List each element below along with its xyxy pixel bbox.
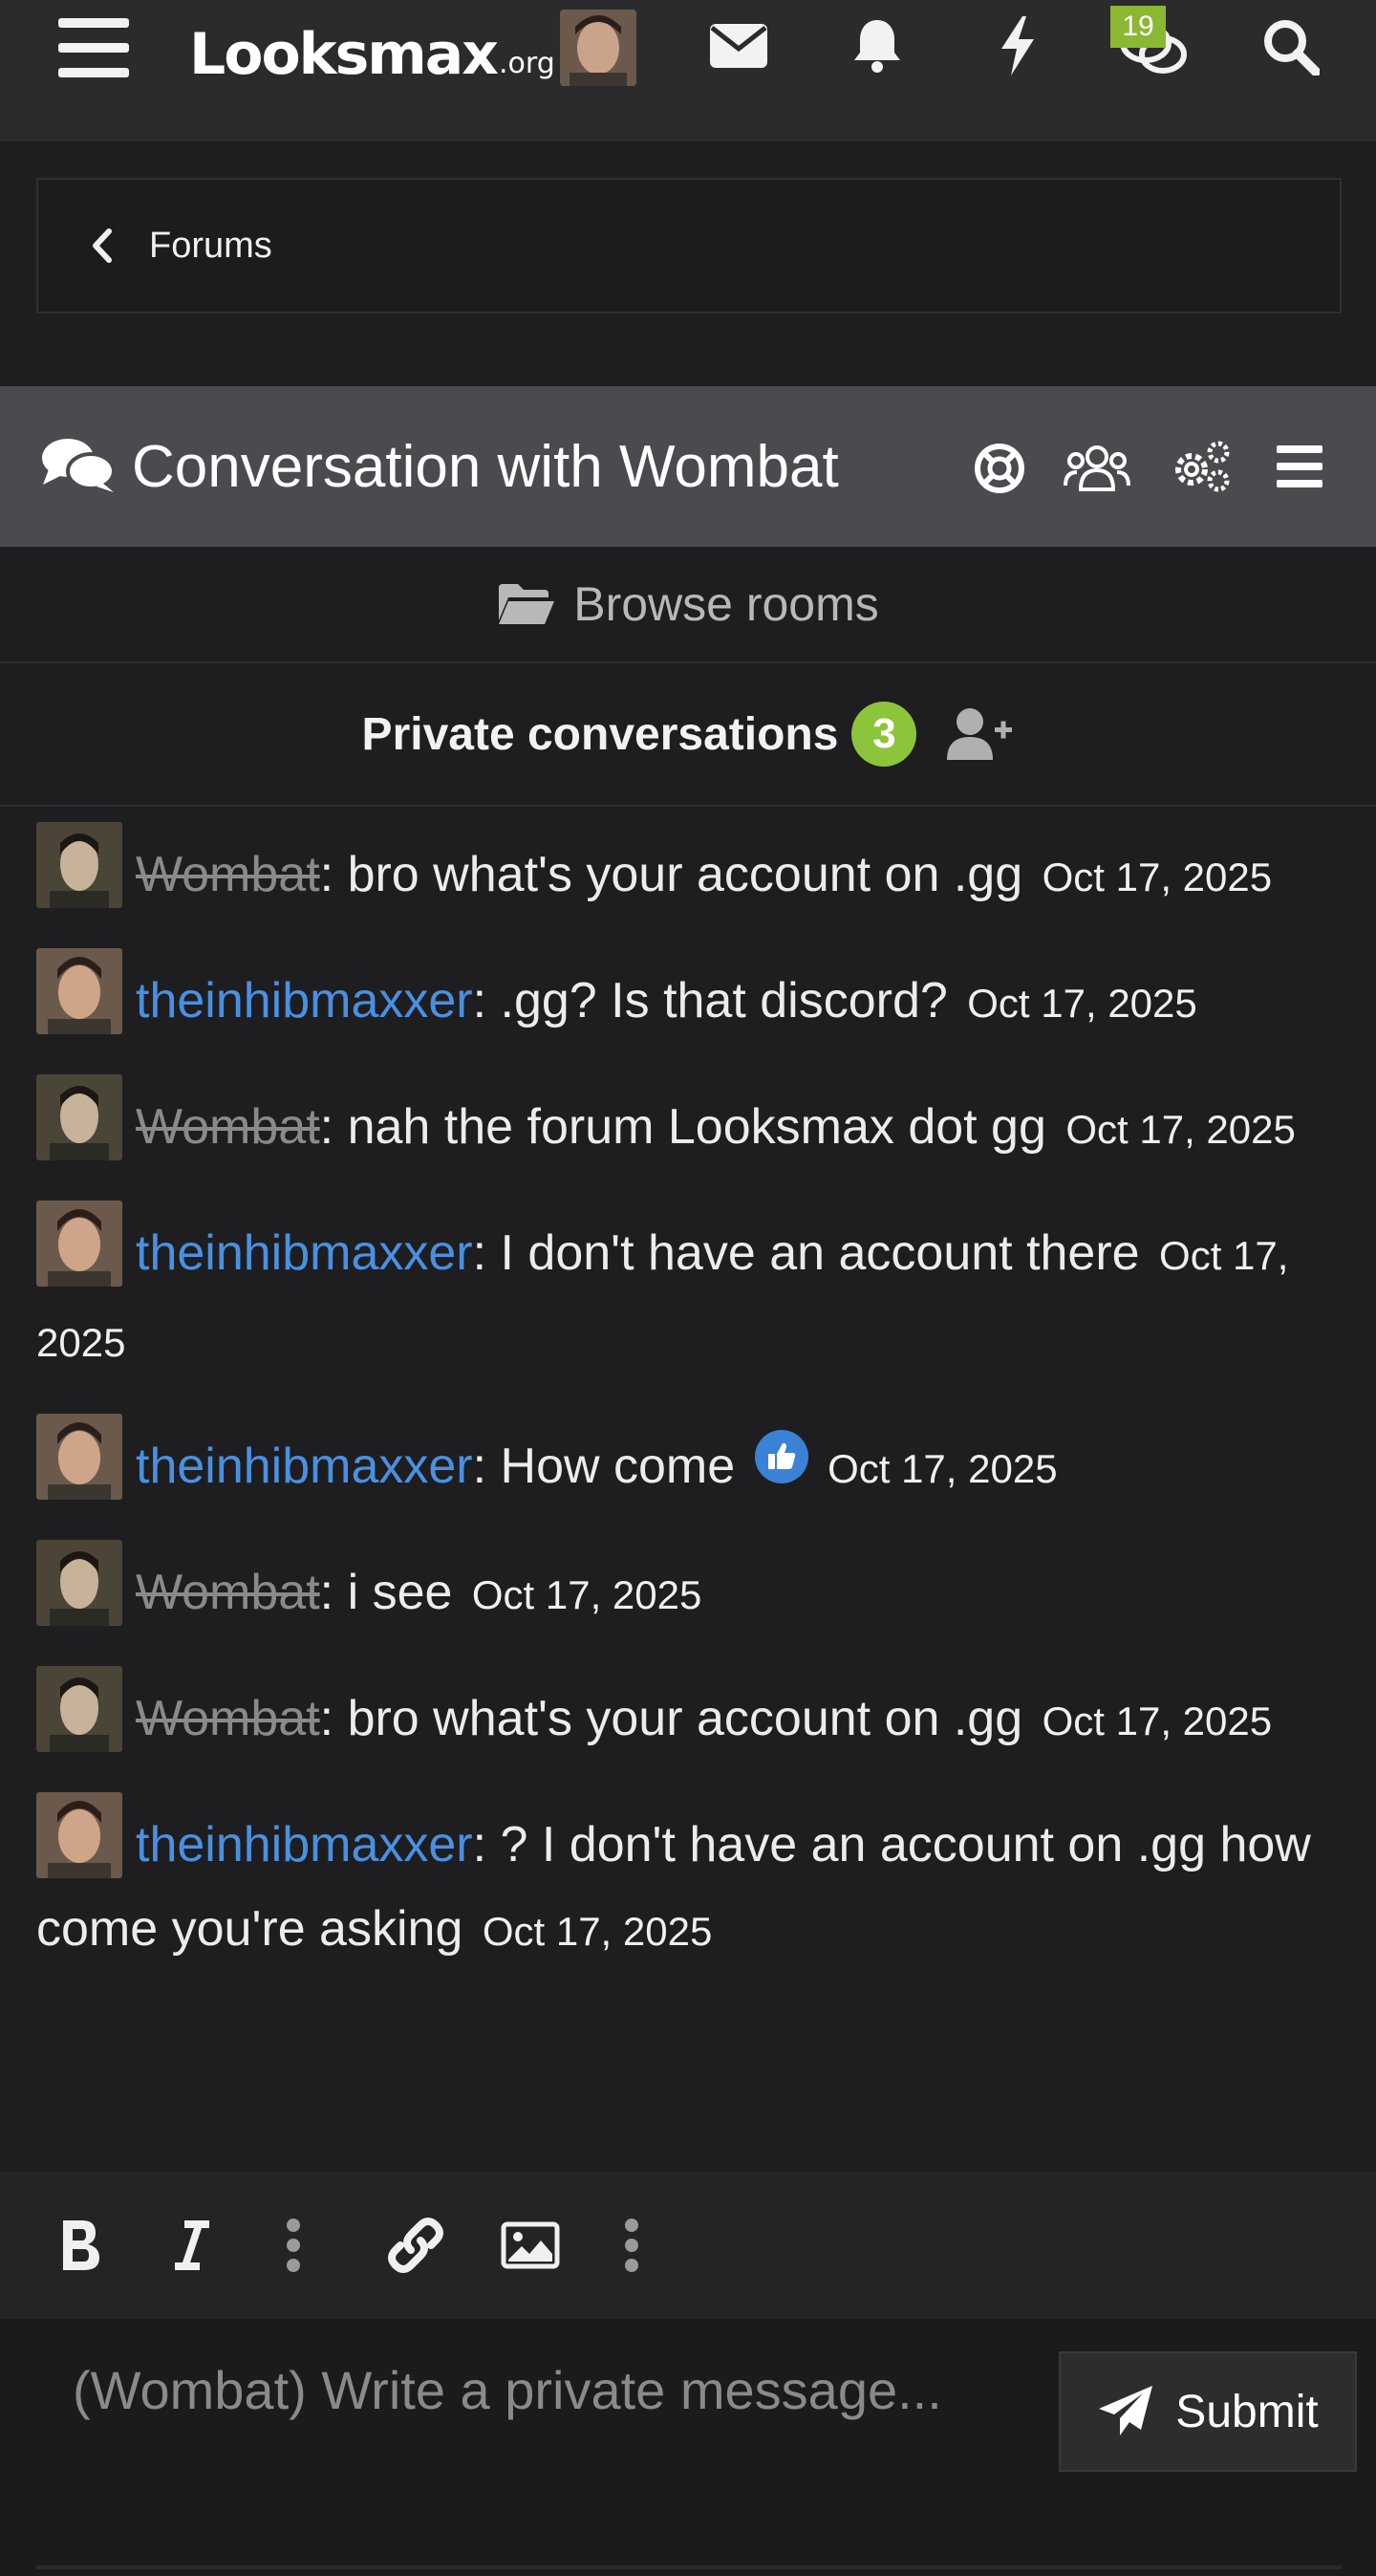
paper-plane-icon (1099, 2386, 1153, 2435)
gears-icon[interactable] (1168, 436, 1235, 497)
message-time: Oct 17, 2025 (1042, 855, 1273, 899)
wombat-avatar[interactable] (36, 822, 122, 908)
theinhibmaxxer-avatar[interactable] (36, 1201, 122, 1287)
message-list: Wombat: bro what's your account on .gg O… (36, 822, 1355, 2002)
browse-rooms-link[interactable]: Browse rooms (0, 547, 1376, 663)
message-time: Oct 17, 2025 (471, 1572, 702, 1617)
logo-text: Looksmax (189, 21, 499, 88)
more-insert-icon[interactable] (619, 2210, 644, 2281)
bell-icon[interactable] (849, 15, 906, 76)
site-logo[interactable]: Looksmax .org (189, 11, 555, 88)
message-text: : I don't have an account there (472, 1225, 1140, 1281)
top-navbar: Looksmax .org 19 (0, 0, 1376, 141)
user-avatar[interactable] (560, 10, 636, 86)
message-time: Oct 17, 2025 (1065, 1107, 1296, 1152)
message-username[interactable]: Wombat (136, 1691, 320, 1746)
more-options-icon[interactable] (281, 2210, 306, 2281)
theinhibmaxxer-avatar[interactable] (36, 948, 122, 1034)
chat-title: Conversation with Wombat (132, 433, 839, 500)
message-item: Wombat: i see Oct 17, 2025 (36, 1540, 1355, 1637)
breadcrumb-label: Forums (149, 225, 272, 266)
image-icon[interactable] (499, 2210, 562, 2281)
message-text: : How come (472, 1439, 736, 1494)
link-icon[interactable] (382, 2210, 449, 2281)
message-username[interactable]: theinhibmaxxer (136, 973, 473, 1028)
search-icon[interactable] (1259, 15, 1322, 78)
private-conversations-bar[interactable]: Private conversations 3 (0, 663, 1376, 807)
chevron-left-icon (92, 227, 130, 265)
menu-icon[interactable] (1275, 442, 1324, 491)
private-conversations-label: Private conversations (361, 708, 839, 760)
message-username[interactable]: theinhibmaxxer (136, 1817, 473, 1872)
chat-count-badge: 19 (1110, 6, 1166, 48)
message-item: theinhibmaxxer: ? I don't have an accoun… (36, 1792, 1355, 1974)
message-time: Oct 17, 2025 (1042, 1699, 1273, 1743)
envelope-icon[interactable] (707, 17, 770, 75)
thumbs-up-icon (754, 1430, 808, 1483)
message-username[interactable]: Wombat (136, 1565, 320, 1620)
message-text: : .gg? Is that discord? (472, 973, 948, 1028)
message-username[interactable]: theinhibmaxxer (136, 1225, 473, 1281)
lightning-icon[interactable] (994, 13, 1042, 78)
theinhibmaxxer-avatar[interactable] (36, 1414, 122, 1500)
italic-icon[interactable] (168, 2210, 216, 2281)
message-text: : nah the forum Looksmax dot gg (319, 1099, 1046, 1155)
message-item: Wombat: nah the forum Looksmax dot gg Oc… (36, 1074, 1355, 1172)
compose-area: (Wombat) Write a private message... Subm… (0, 2319, 1376, 2576)
submit-button[interactable]: Submit (1059, 2351, 1357, 2472)
chat-header: Conversation with Wombat (0, 386, 1376, 547)
editor-toolbar (0, 2172, 1376, 2319)
comments-icon (40, 432, 117, 497)
message-item: theinhibmaxxer: .gg? Is that discord? Oc… (36, 948, 1355, 1046)
lifebuoy-icon[interactable] (971, 440, 1028, 497)
folder-open-icon (499, 584, 555, 624)
wombat-avatar[interactable] (36, 1074, 122, 1160)
message-username[interactable]: theinhibmaxxer (136, 1439, 473, 1494)
message-text: : bro what's your account on .gg (319, 847, 1023, 902)
message-item: Wombat: bro what's your account on .gg O… (36, 1666, 1355, 1764)
logo-tld: .org (499, 47, 555, 80)
message-time: Oct 17, 2025 (828, 1446, 1058, 1491)
browse-rooms-label: Browse rooms (573, 577, 879, 631)
wombat-avatar[interactable] (36, 1666, 122, 1752)
message-username[interactable]: Wombat (136, 847, 320, 902)
message-time: Oct 17, 2025 (482, 1909, 713, 1954)
message-input[interactable]: (Wombat) Write a private message... (73, 2359, 942, 2421)
message-text: : bro what's your account on .gg (319, 1691, 1023, 1746)
submit-label: Submit (1175, 2386, 1319, 2437)
users-icon[interactable] (1063, 440, 1131, 497)
message-username[interactable]: Wombat (136, 1099, 320, 1155)
wombat-avatar[interactable] (36, 1540, 122, 1626)
message-text: : i see (319, 1565, 453, 1620)
divider (36, 2565, 1342, 2569)
hamburger-menu-icon[interactable] (57, 13, 130, 82)
bold-icon[interactable] (54, 2210, 107, 2281)
private-count-badge: 3 (851, 702, 917, 767)
message-item: theinhibmaxxer: How come Oct 17, 2025 (36, 1414, 1355, 1511)
message-item: theinhibmaxxer: I don't have an account … (36, 1201, 1355, 1385)
add-user-icon[interactable] (947, 706, 1014, 762)
breadcrumb[interactable]: Forums (36, 178, 1342, 314)
theinhibmaxxer-avatar[interactable] (36, 1792, 122, 1878)
message-time: Oct 17, 2025 (967, 981, 1197, 1026)
message-item: Wombat: bro what's your account on .gg O… (36, 822, 1355, 920)
